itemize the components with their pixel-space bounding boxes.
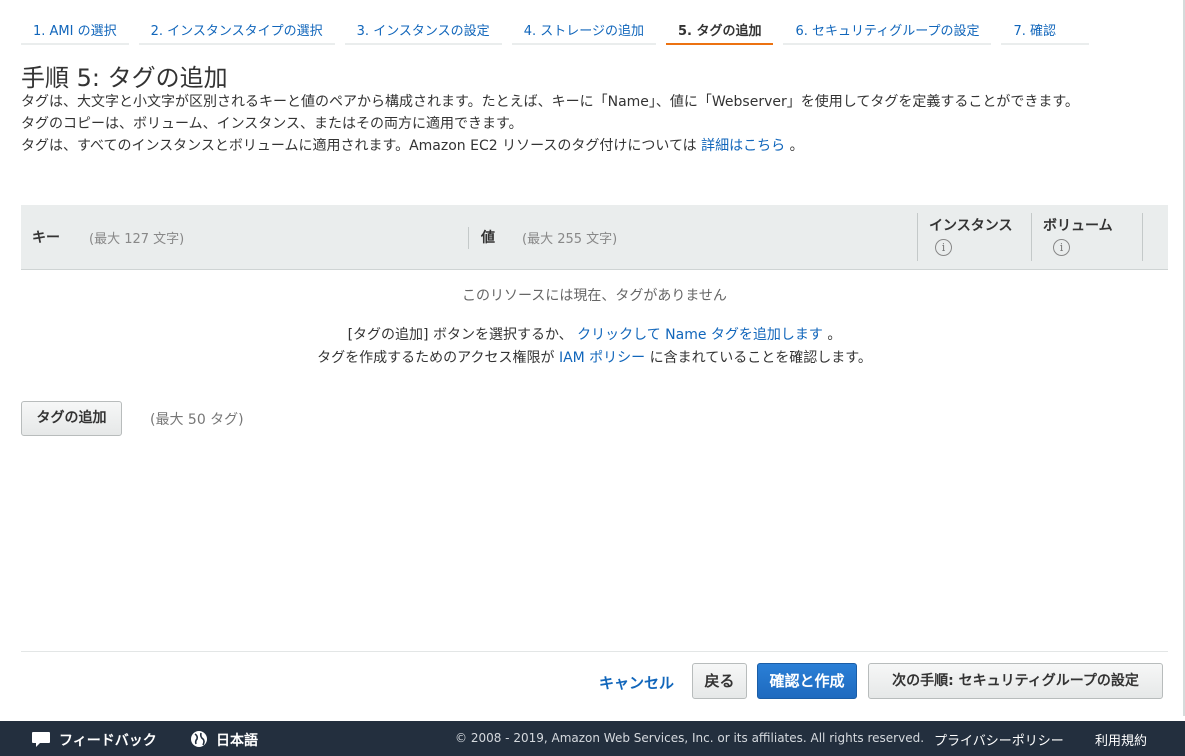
learn-more-link[interactable]: 詳細はこちら [701, 138, 785, 154]
actions-divider [21, 651, 1168, 652]
add-tag-hint-line: [タグの追加] ボタンを選択するか、 クリックして Name タグを追加します … [21, 324, 1168, 344]
speech-bubble-icon [31, 731, 51, 752]
column-key-hint: (最大 127 文字) [89, 232, 185, 247]
privacy-policy-link[interactable]: プライバシーポリシー [934, 730, 1064, 749]
page-description: タグは、大文字と小文字が区別されるキーと値のペアから構成されます。たとえば、キー… [21, 91, 1171, 157]
next-step-button[interactable]: 次の手順: セキュリティグループの設定 [868, 663, 1163, 699]
info-icon[interactable]: i [1053, 238, 1070, 256]
step-tab-add-storage[interactable]: 4. ストレージの追加 [511, 16, 656, 45]
column-divider [468, 227, 469, 249]
terms-of-use-link[interactable]: 利用規約 [1095, 730, 1147, 749]
column-volumes: ボリューム i [1043, 216, 1143, 258]
add-tag-button[interactable]: タグの追加 [21, 401, 122, 436]
feedback-link[interactable]: フィードバック [31, 730, 157, 752]
column-divider [1031, 213, 1032, 261]
hint-text: に含まれていることを確認します。 [649, 350, 872, 366]
copyright-text: © 2008 - 2019, Amazon Web Services, Inc.… [455, 731, 925, 745]
wizard-steps: 1. AMI の選択 2. インスタンスタイプの選択 3. インスタンスの設定 … [21, 16, 1099, 45]
empty-tags-message: このリソースには現在、タグがありません [462, 288, 727, 304]
step-tab-instance-type[interactable]: 2. インスタンスタイプの選択 [138, 16, 335, 45]
hint-text: 。 [827, 327, 842, 343]
column-divider [1142, 213, 1143, 261]
description-line-3-suffix: 。 [789, 138, 804, 154]
column-volumes-label: ボリューム [1043, 218, 1113, 234]
feedback-label: フィードバック [59, 733, 157, 749]
add-name-tag-link[interactable]: クリックして Name タグを追加します [577, 327, 823, 343]
description-line-3: タグは、すべてのインスタンスとボリュームに適用されます。Amazon EC2 リ… [21, 135, 1171, 157]
hint-text: タグを作成するためのアクセス権限が [317, 350, 555, 366]
ec2-launch-wizard: 1. AMI の選択 2. インスタンスタイプの選択 3. インスタンスの設定 … [0, 0, 1185, 756]
language-selector[interactable]: 日本語 [190, 730, 258, 752]
description-line-3-text: タグは、すべてのインスタンスとボリュームに適用されます。Amazon EC2 リ… [21, 138, 697, 154]
step-tab-security-group[interactable]: 6. セキュリティグループの設定 [783, 16, 992, 45]
step-tab-configure-instance[interactable]: 3. インスタンスの設定 [344, 16, 502, 45]
globe-icon [190, 730, 208, 752]
column-instances-label: インスタンス [929, 218, 1013, 234]
column-value-hint: (最大 255 文字) [522, 232, 618, 247]
review-and-launch-button[interactable]: 確認と作成 [757, 663, 857, 699]
column-value-label: 値 [481, 230, 495, 246]
description-line-2: タグのコピーは、ボリューム、インスタンス、またはその両方に適用できます。 [21, 116, 523, 132]
back-button[interactable]: 戻る [692, 663, 747, 699]
column-key-label: キー [32, 230, 60, 246]
description-line-1: タグは、大文字と小文字が区別されるキーと値のペアから構成されます。たとえば、キー… [21, 94, 1079, 110]
column-divider [917, 213, 918, 261]
column-instances: インスタンス i [929, 216, 1021, 258]
step-tab-add-tags[interactable]: 5. タグの追加 [665, 16, 774, 45]
console-footer: フィードバック 日本語 © 2008 - 2019, Amazon Web Se… [0, 721, 1185, 756]
max-tags-hint: (最大 50 タグ) [150, 412, 244, 428]
page-title: 手順 5: タグの追加 [21, 64, 228, 92]
info-icon[interactable]: i [935, 238, 952, 256]
hint-text: [タグの追加] ボタンを選択するか、 [347, 327, 573, 343]
iam-hint-line: タグを作成するためのアクセス権限が IAM ポリシー に含まれていることを確認し… [21, 347, 1168, 367]
language-label: 日本語 [216, 733, 258, 749]
cancel-link[interactable]: キャンセル [599, 672, 674, 693]
step-tab-ami[interactable]: 1. AMI の選択 [21, 16, 129, 45]
iam-policy-link[interactable]: IAM ポリシー [559, 350, 645, 366]
tags-table-header: キー (最大 127 文字) 値 (最大 255 文字) インスタンス i ボリュ… [21, 205, 1168, 270]
step-tab-review[interactable]: 7. 確認 [1001, 16, 1090, 45]
